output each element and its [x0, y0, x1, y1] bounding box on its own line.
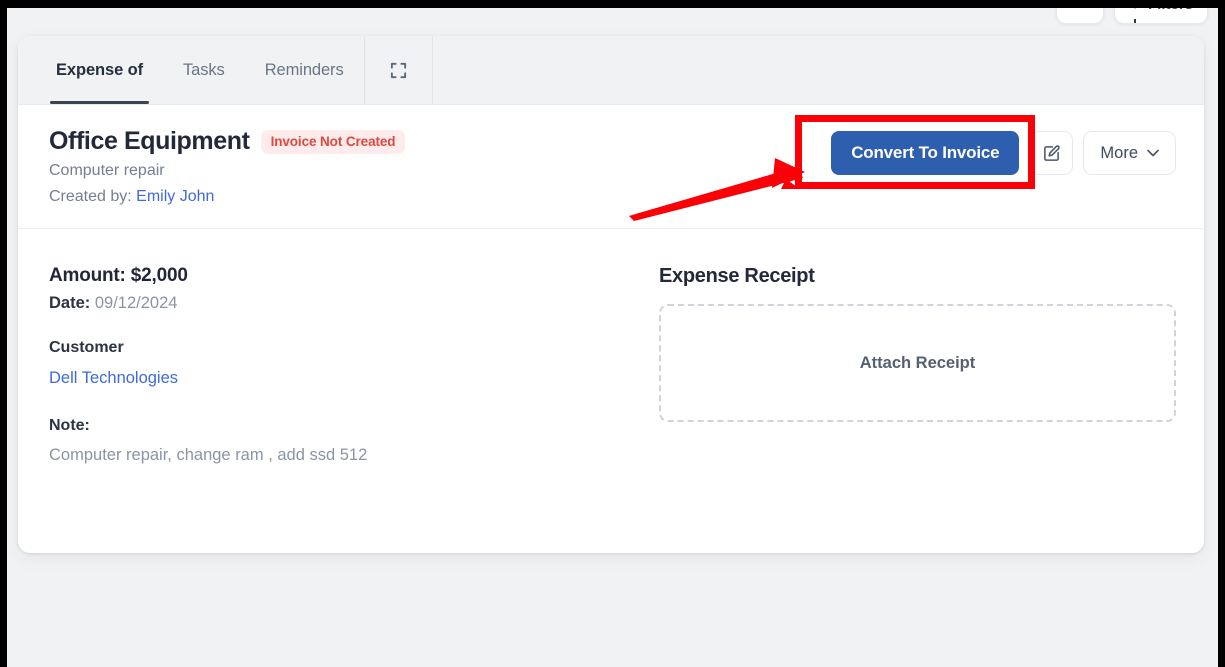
page-title: Office Equipment — [49, 127, 250, 155]
created-by-label: Created by: — [49, 188, 132, 205]
collapse-panel-button[interactable]: » — [1055, 8, 1104, 24]
attach-receipt-label: Attach Receipt — [859, 353, 976, 372]
detail-header-text: Office Equipment Invoice Not Created Com… — [49, 127, 406, 210]
filters-button[interactable]: Filters — [1113, 8, 1208, 24]
screenshot-viewport: » Filters Expense of Tasks Reminders — [0, 0, 1225, 667]
filters-button-label: Filters — [1148, 8, 1193, 13]
expense-detail-card: Expense of Tasks Reminders Office Equipm… — [18, 36, 1204, 553]
status-badge: Invoice Not Created — [260, 129, 406, 154]
edit-pencil-icon — [1043, 144, 1060, 161]
tab-tasks[interactable]: Tasks — [163, 36, 245, 104]
edit-expense-button[interactable] — [1029, 131, 1074, 175]
note-value: Computer repair, change ram , add ssd 51… — [49, 446, 368, 464]
chevron-double-right-icon: » — [1076, 8, 1085, 13]
expense-receipt-title: Expense Receipt — [659, 265, 815, 287]
expand-fullscreen-icon — [390, 62, 406, 78]
date-value: 09/12/2024 — [94, 294, 178, 312]
attach-receipt-dropzone[interactable]: Attach Receipt — [659, 304, 1176, 422]
note-label: Note: — [49, 417, 90, 434]
tab-tasks-label: Tasks — [183, 60, 225, 79]
expense-fields-column: Amount: $2,000 Date: 09/12/2024 Customer… — [49, 265, 609, 465]
expense-receipt-column: Expense Receipt Attach Receipt — [609, 265, 1176, 465]
more-actions-button[interactable]: More — [1083, 131, 1176, 175]
detail-body: Amount: $2,000 Date: 09/12/2024 Customer… — [18, 229, 1204, 465]
more-actions-label: More — [1100, 143, 1138, 162]
fullscreen-toggle-button[interactable] — [363, 36, 433, 104]
expense-description: Computer repair — [49, 162, 165, 179]
tab-expense-of[interactable]: Expense of — [36, 36, 163, 104]
date-label: Date: — [49, 294, 91, 312]
created-by-line: Created by: Emily John — [49, 184, 405, 210]
tab-reminders[interactable]: Reminders — [245, 36, 364, 104]
amount-value: Amount: $2,000 — [49, 265, 188, 286]
top-toolbar: » Filters — [1055, 8, 1208, 24]
header-actions: Convert To Invoice More — [831, 127, 1176, 175]
tab-reminders-label: Reminders — [264, 60, 344, 79]
app-surface: » Filters Expense of Tasks Reminders — [7, 8, 1218, 667]
date-row: Date: 09/12/2024 — [49, 294, 609, 313]
tab-expense-of-label: Expense of — [56, 60, 144, 79]
customer-link[interactable]: Dell Technologies — [49, 369, 609, 388]
chevron-down-icon — [1147, 149, 1159, 157]
funnel-icon — [1128, 8, 1141, 23]
customer-label: Customer — [49, 339, 124, 356]
title-row: Office Equipment Invoice Not Created — [49, 127, 406, 156]
created-by-user-link[interactable]: Emily John — [136, 188, 214, 205]
convert-to-invoice-button[interactable]: Convert To Invoice — [831, 131, 1020, 175]
detail-header: Office Equipment Invoice Not Created Com… — [18, 105, 1204, 229]
tab-strip: Expense of Tasks Reminders — [18, 36, 1204, 105]
